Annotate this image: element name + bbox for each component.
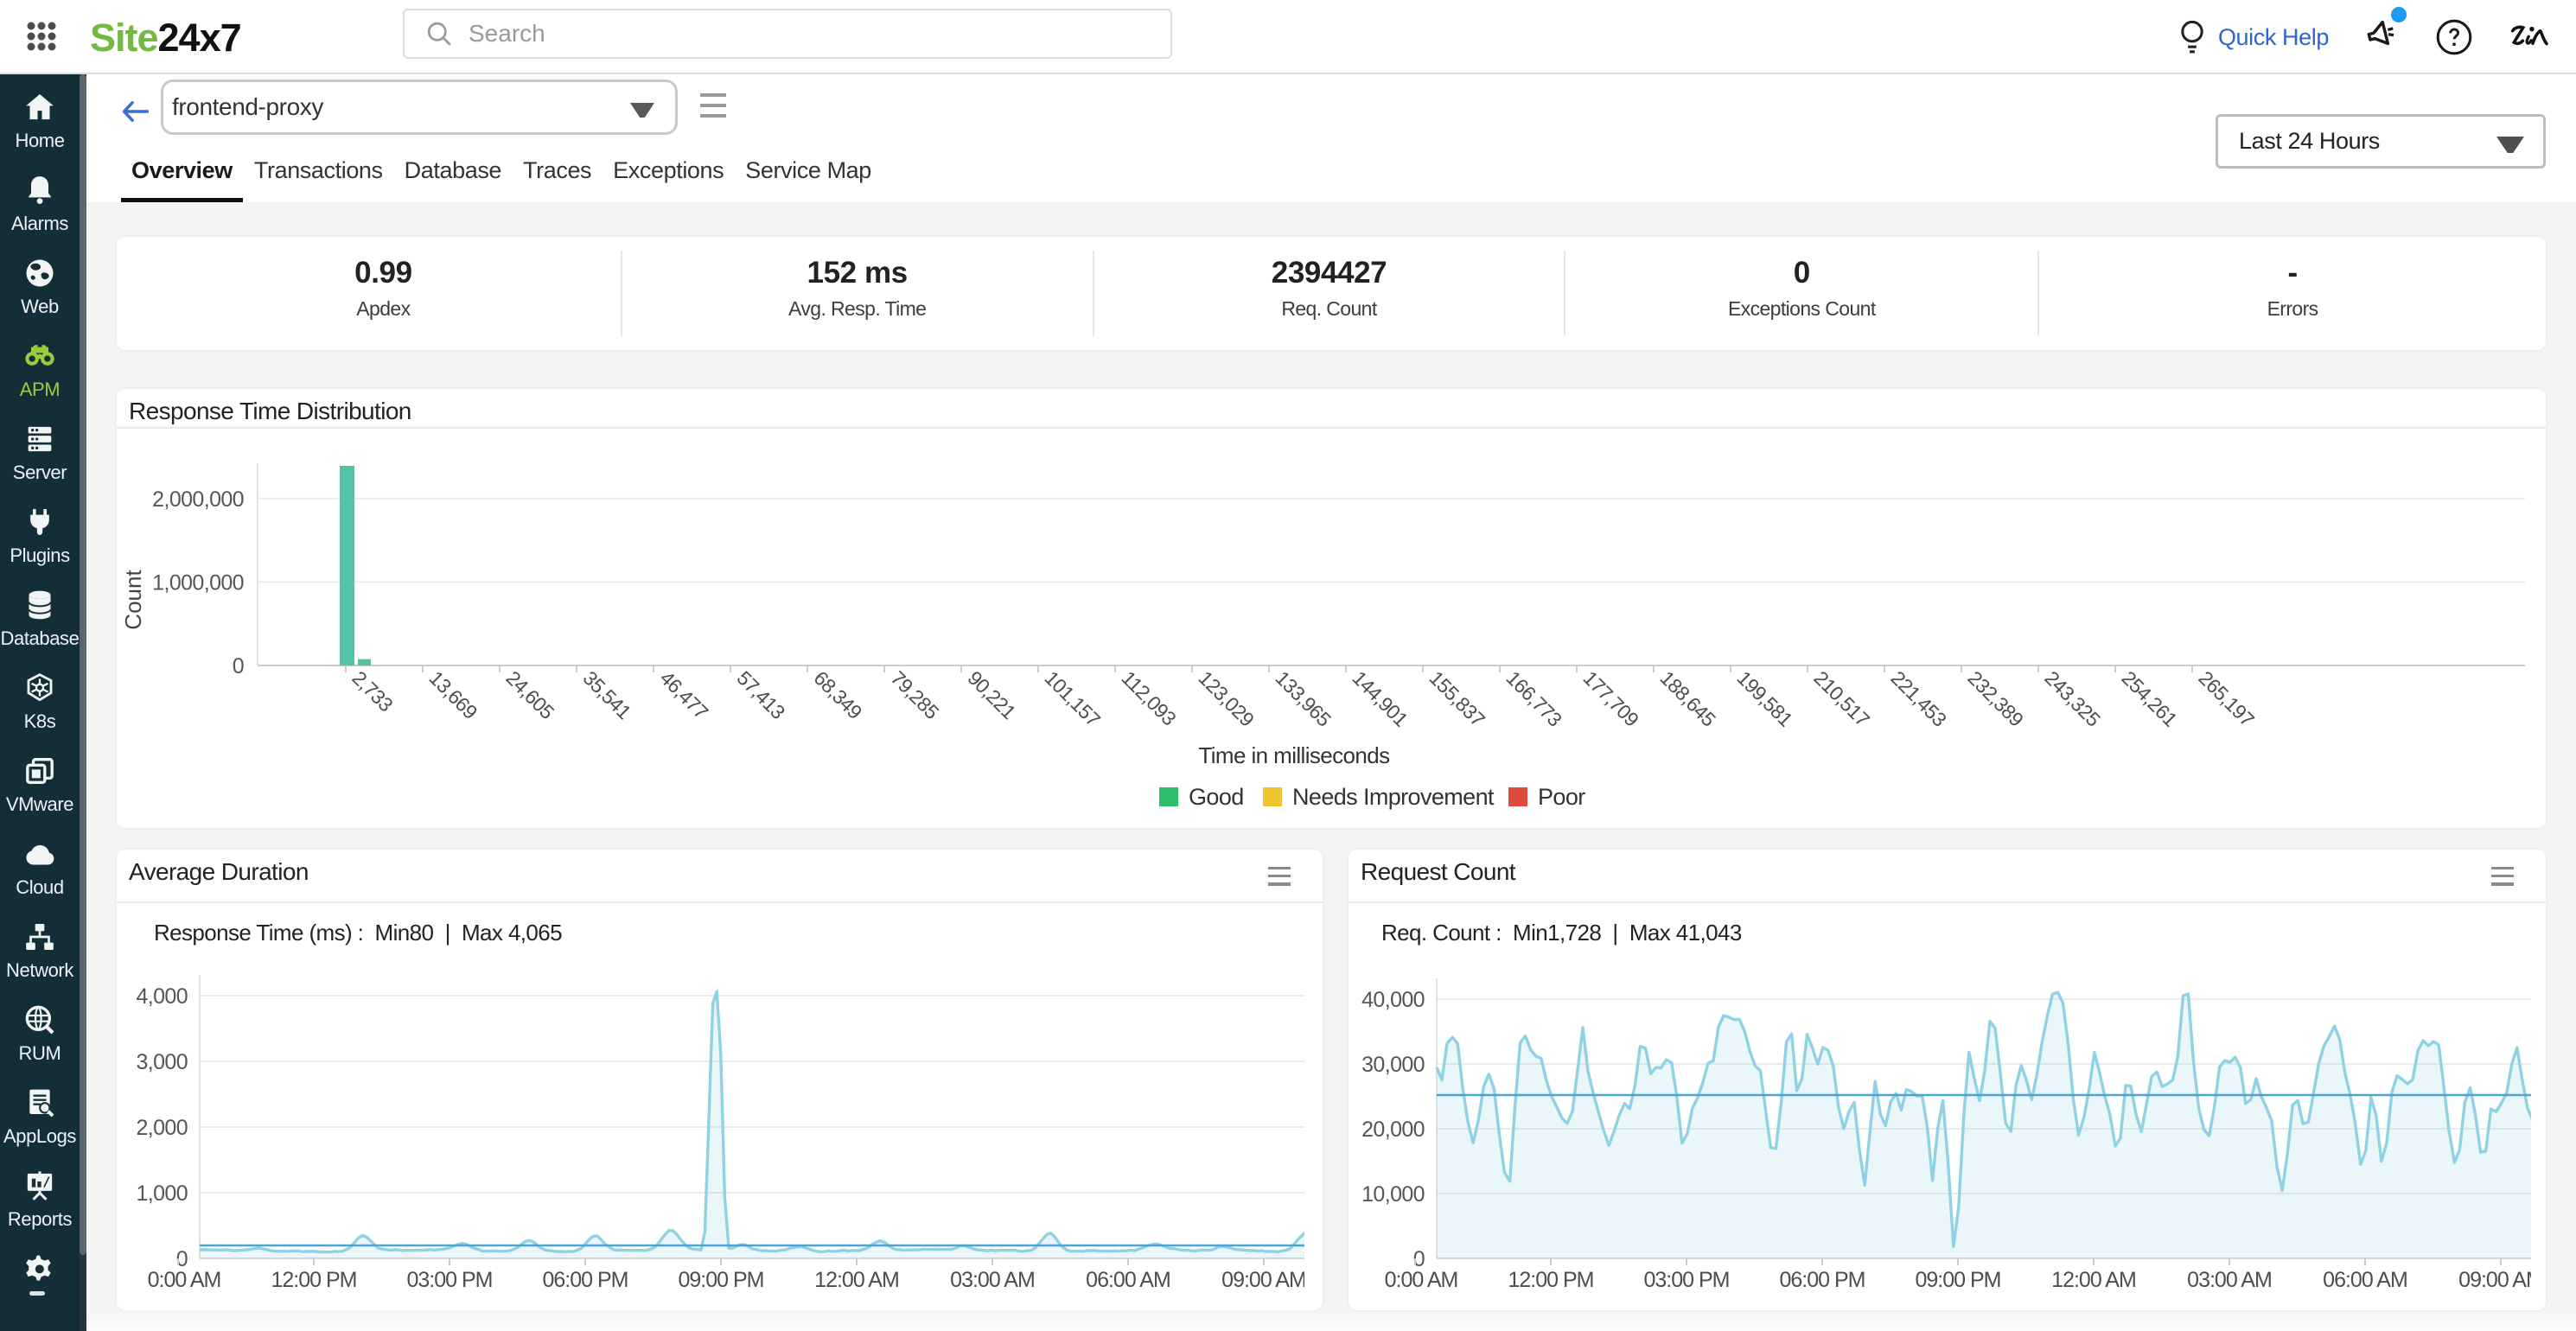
- svg-text:112,093: 112,093: [1117, 666, 1180, 729]
- svg-text:06:00 PM: 06:00 PM: [542, 1268, 628, 1292]
- svg-text:03:00 PM: 03:00 PM: [1643, 1268, 1729, 1292]
- svg-text:09:00 PM: 09:00 PM: [1915, 1268, 2000, 1292]
- svg-text:265,197: 265,197: [2194, 666, 2258, 730]
- svg-text:06:00 AM: 06:00 AM: [1086, 1268, 1170, 1292]
- svg-text:68,349: 68,349: [809, 666, 866, 723]
- svg-text:2,733: 2,733: [348, 666, 397, 716]
- svg-text:12:00 PM: 12:00 PM: [1508, 1268, 1593, 1292]
- svg-text:1,000,000: 1,000,000: [152, 570, 244, 595]
- svg-text:254,261: 254,261: [2117, 666, 2181, 730]
- svg-text:20,000: 20,000: [1361, 1118, 1425, 1142]
- svg-text:123,029: 123,029: [1194, 666, 1258, 730]
- svg-text:Poor: Poor: [1538, 784, 1585, 810]
- svg-text:Good: Good: [1189, 784, 1244, 810]
- svg-text:90,221: 90,221: [963, 666, 1020, 723]
- svg-text:3,000: 3,000: [136, 1050, 188, 1074]
- svg-text:2,000,000: 2,000,000: [152, 487, 244, 512]
- svg-text:24,605: 24,605: [501, 666, 558, 723]
- svg-text:Time in milliseconds: Time in milliseconds: [1198, 742, 1390, 768]
- svg-text:1,000: 1,000: [136, 1181, 188, 1206]
- svg-text:12:00 AM: 12:00 AM: [814, 1268, 899, 1292]
- svg-text:03:00 AM: 03:00 AM: [950, 1268, 1035, 1292]
- svg-text:06:00 PM: 06:00 PM: [1779, 1268, 1865, 1292]
- svg-text:210,517: 210,517: [1809, 666, 1873, 730]
- svg-text:09:00 PM: 09:00 PM: [678, 1268, 763, 1292]
- svg-text:0: 0: [233, 654, 244, 678]
- svg-text:40,000: 40,000: [1361, 988, 1425, 1012]
- svg-text:166,773: 166,773: [1502, 666, 1565, 730]
- svg-text:243,325: 243,325: [2040, 666, 2104, 730]
- svg-text:4,000: 4,000: [136, 984, 188, 1009]
- svg-text:09:00 AM: 09:00 AM: [1221, 1268, 1304, 1292]
- svg-text:232,389: 232,389: [1963, 666, 2027, 730]
- svg-text:177,709: 177,709: [1578, 666, 1642, 730]
- svg-text:35,541: 35,541: [578, 666, 635, 723]
- svg-text:12:00 PM: 12:00 PM: [271, 1268, 356, 1292]
- svg-text:79,285: 79,285: [886, 666, 943, 723]
- svg-text:188,645: 188,645: [1655, 666, 1719, 730]
- svg-text:03:00 PM: 03:00 PM: [406, 1268, 492, 1292]
- svg-text:12:00 AM: 12:00 AM: [2051, 1268, 2136, 1292]
- svg-text:133,965: 133,965: [1271, 666, 1335, 730]
- svg-text:30,000: 30,000: [1361, 1053, 1425, 1077]
- svg-text:2,000: 2,000: [136, 1116, 188, 1140]
- svg-text:0:00 AM: 0:00 AM: [1385, 1268, 1458, 1292]
- svg-text:221,453: 221,453: [1886, 666, 1950, 730]
- svg-text:0:00 AM: 0:00 AM: [148, 1268, 221, 1292]
- svg-text:101,157: 101,157: [1040, 666, 1104, 730]
- svg-text:09:00 AM: 09:00 AM: [2458, 1268, 2531, 1292]
- svg-text:57,413: 57,413: [732, 666, 789, 723]
- svg-text:03:00 AM: 03:00 AM: [2187, 1268, 2272, 1292]
- svg-text:155,837: 155,837: [1425, 666, 1489, 730]
- svg-text:46,477: 46,477: [655, 666, 712, 723]
- svg-text:199,581: 199,581: [1732, 666, 1796, 730]
- svg-text:10,000: 10,000: [1361, 1182, 1425, 1207]
- svg-text:06:00 AM: 06:00 AM: [2323, 1268, 2407, 1292]
- svg-text:Count: Count: [120, 570, 146, 630]
- svg-text:13,669: 13,669: [424, 666, 481, 723]
- svg-text:144,901: 144,901: [1348, 666, 1412, 730]
- svg-text:Needs Improvement: Needs Improvement: [1292, 784, 1495, 810]
